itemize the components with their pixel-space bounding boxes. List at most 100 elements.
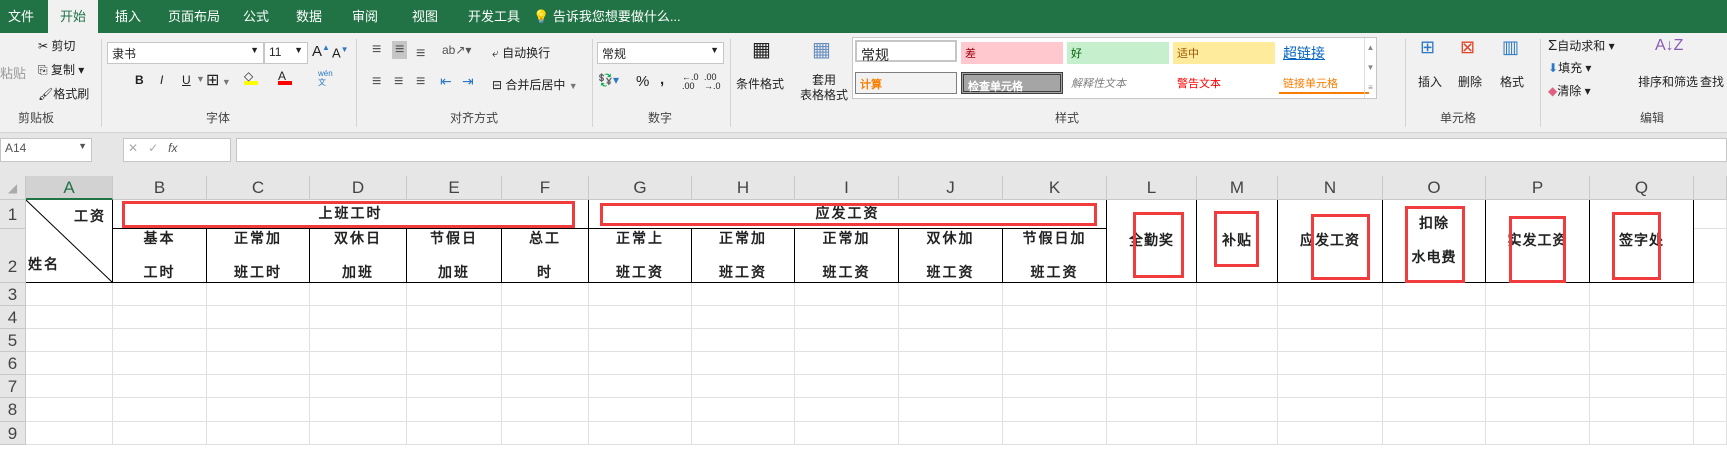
formula-input[interactable] <box>236 138 1727 162</box>
phonetic-button[interactable]: wén 文 <box>318 69 333 87</box>
clear-button[interactable]: ◆清除 ▾ <box>1548 82 1591 99</box>
cell[interactable] <box>502 329 589 352</box>
cell[interactable] <box>113 375 207 398</box>
row-header-1[interactable]: 1 <box>0 200 26 229</box>
wrap-text-button[interactable]: ⤶ 自动换行 <box>492 44 550 61</box>
cell[interactable] <box>26 283 113 306</box>
align-middle-icon[interactable]: ≡ <box>392 41 408 59</box>
tab-page-layout[interactable]: 页面布局 <box>160 0 228 33</box>
cell[interactable] <box>1003 375 1107 398</box>
cell[interactable] <box>899 306 1003 329</box>
font-color-button[interactable]: A <box>278 69 292 85</box>
column-header-B[interactable]: B <box>113 176 207 200</box>
cell[interactable] <box>1003 329 1107 352</box>
style-normal[interactable]: 常规 <box>855 40 957 63</box>
column-header-J[interactable]: J <box>899 176 1003 200</box>
cell-row2-header[interactable]: 正常加 班工时 <box>207 229 310 283</box>
cell[interactable] <box>1383 422 1486 445</box>
align-right-icon[interactable]: ≡ <box>416 73 425 91</box>
decrease-decimal-icon[interactable]: .00 →.0 <box>704 73 721 91</box>
cell[interactable] <box>113 329 207 352</box>
cell[interactable] <box>407 398 502 422</box>
tell-me-box[interactable]: 💡 告诉我您想要做什么... <box>525 0 689 33</box>
insert-cells-button[interactable]: 插入 <box>1418 73 1442 90</box>
cell[interactable] <box>795 329 899 352</box>
orientation-icon[interactable]: ab↗▾ <box>442 43 471 57</box>
cell[interactable] <box>207 398 310 422</box>
cell[interactable] <box>1383 306 1486 329</box>
cell[interactable] <box>1107 329 1197 352</box>
cell[interactable] <box>407 329 502 352</box>
cell[interactable] <box>1197 329 1278 352</box>
cut-button[interactable]: ✂ 剪切 <box>38 37 75 54</box>
column-header-K[interactable]: K <box>1003 176 1107 200</box>
cell[interactable] <box>207 375 310 398</box>
column-header-G[interactable]: G <box>589 176 692 200</box>
cell[interactable] <box>1278 283 1383 306</box>
style-hyperlink[interactable]: 超链接 <box>1279 40 1359 62</box>
cell[interactable] <box>1197 306 1278 329</box>
font-size-select[interactable]: 11 ▼ <box>264 42 308 64</box>
column-header-N[interactable]: N <box>1278 176 1383 200</box>
cell[interactable] <box>26 422 113 445</box>
underline-dropdown-icon[interactable]: ▼ <box>196 74 205 84</box>
tab-file[interactable]: 文件 <box>0 0 42 33</box>
cell[interactable] <box>407 352 502 375</box>
find-button[interactable]: 查找 <box>1700 73 1724 90</box>
cell[interactable] <box>692 329 795 352</box>
decrease-font-icon[interactable]: A▼ <box>332 45 349 60</box>
cell[interactable] <box>1107 352 1197 375</box>
cell[interactable] <box>1486 375 1590 398</box>
cell[interactable] <box>1278 398 1383 422</box>
decrease-indent-icon[interactable]: ⇤ <box>440 73 452 90</box>
cell[interactable] <box>502 398 589 422</box>
cell[interactable] <box>1003 398 1107 422</box>
cell[interactable] <box>207 422 310 445</box>
cell[interactable] <box>795 398 899 422</box>
cell[interactable] <box>26 329 113 352</box>
cell[interactable] <box>1694 422 1727 445</box>
cell[interactable] <box>589 306 692 329</box>
sort-filter-button[interactable]: 排序和筛选 <box>1638 73 1698 90</box>
cell-row2-header[interactable]: 双休加 班工资 <box>899 229 1003 283</box>
cell[interactable] <box>1590 352 1694 375</box>
cell[interactable] <box>692 375 795 398</box>
select-all-corner[interactable]: ◢ <box>0 176 26 200</box>
cell[interactable] <box>795 375 899 398</box>
row-header-6[interactable]: 6 <box>0 352 26 375</box>
cell[interactable] <box>692 306 795 329</box>
cell[interactable] <box>1694 306 1727 329</box>
style-calculation[interactable]: 计算 <box>855 72 957 94</box>
cell[interactable] <box>589 352 692 375</box>
cell[interactable] <box>1197 283 1278 306</box>
cell[interactable] <box>310 329 407 352</box>
row-header-9[interactable]: 9 <box>0 422 26 445</box>
column-header-M[interactable]: M <box>1197 176 1278 200</box>
cell[interactable] <box>1107 306 1197 329</box>
cell[interactable] <box>899 352 1003 375</box>
row-header-5[interactable]: 5 <box>0 329 26 352</box>
cell[interactable] <box>1590 375 1694 398</box>
style-check-cell[interactable]: 检查单元格 <box>961 72 1063 94</box>
tab-developer[interactable]: 开发工具 <box>460 0 528 33</box>
cell[interactable] <box>1383 329 1486 352</box>
increase-decimal-icon[interactable]: ←.0.00 <box>682 73 699 91</box>
cell[interactable] <box>407 375 502 398</box>
column-header-C[interactable]: C <box>207 176 310 200</box>
cell[interactable] <box>1107 283 1197 306</box>
cell[interactable] <box>1107 375 1197 398</box>
column-header-A[interactable]: A <box>26 176 113 200</box>
tab-data[interactable]: 数据 <box>288 0 330 33</box>
cell[interactable] <box>1383 398 1486 422</box>
cell[interactable] <box>26 352 113 375</box>
format-painter-button[interactable]: 🖌格式刷 <box>38 85 89 102</box>
cell-row2-header[interactable]: 正常上 班工资 <box>589 229 692 283</box>
paste-button[interactable]: 粘贴 <box>0 63 26 82</box>
column-header-L[interactable]: L <box>1107 176 1197 200</box>
cell[interactable] <box>407 306 502 329</box>
column-header-F[interactable]: F <box>502 176 589 200</box>
column-header-P[interactable]: P <box>1486 176 1590 200</box>
tab-review[interactable]: 审阅 <box>344 0 386 33</box>
style-explanatory[interactable]: 解释性文本 <box>1067 72 1169 94</box>
cell[interactable] <box>589 375 692 398</box>
